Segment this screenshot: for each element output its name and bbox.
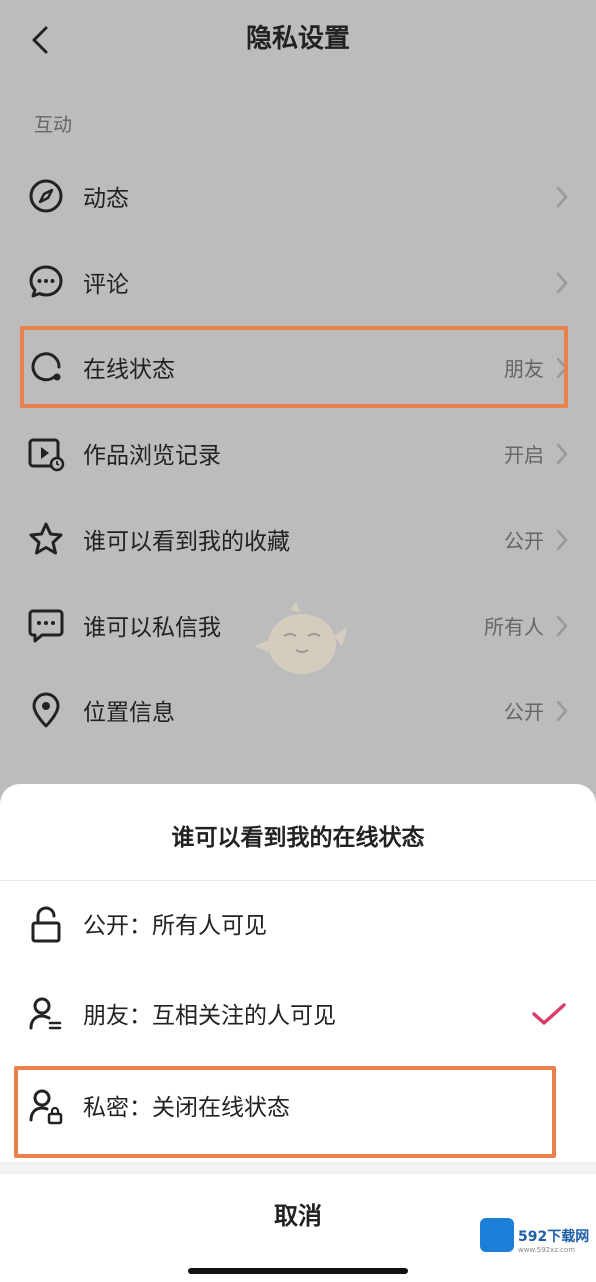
checkmark-icon: [532, 1003, 566, 1025]
highlight-private-option: [14, 1066, 556, 1158]
chevron-right-icon: [556, 700, 568, 722]
option-friends[interactable]: 朋友：互相关注的人可见: [0, 970, 596, 1060]
watermark-sub: www.592xz.com: [518, 1246, 576, 1254]
chevron-right-icon: [556, 615, 568, 637]
row-label: 作品浏览记录: [83, 443, 221, 469]
row-label: 谁可以看到我的收藏: [83, 529, 290, 555]
star-icon: [29, 522, 63, 555]
row-label: 评论: [83, 272, 129, 298]
option-public[interactable]: 公开：所有人可见: [0, 880, 596, 970]
chevron-right-icon: [556, 529, 568, 551]
chevron-right-icon: [556, 443, 568, 465]
message-icon: [28, 609, 64, 643]
chevron-right-icon: [556, 272, 568, 294]
option-label: 公开：所有人可见: [83, 913, 267, 939]
option-label: 朋友：互相关注的人可见: [83, 1003, 336, 1029]
comment-bubble-icon: [29, 265, 63, 298]
watermark-text: 592下载网: [518, 1229, 590, 1245]
mascot-watermark-icon: [254, 602, 348, 674]
unlock-icon: [31, 906, 61, 943]
chevron-right-icon: [556, 186, 568, 208]
row-value: 开启: [504, 443, 544, 467]
compass-icon: [29, 179, 63, 213]
sheet-separator: [0, 1162, 596, 1174]
page-title: 隐私设置: [245, 24, 350, 54]
row-view-history[interactable]: 作品浏览记录 开启: [0, 411, 596, 495]
row-pinglun[interactable]: 评论: [0, 240, 596, 324]
home-indicator[interactable]: [188, 1268, 408, 1274]
privacy-settings-page: 隐私设置 互动 动态 评论 在线状态 朋友 作品浏览记录 开启 谁可以看到我的收…: [0, 0, 596, 1282]
row-dongtai[interactable]: 动态: [0, 154, 596, 238]
user-friends-icon: [29, 997, 62, 1030]
location-pin-icon: [32, 692, 60, 728]
watermark-logo-icon: [480, 1218, 514, 1252]
site-watermark: 592下载网 www.592xz.com: [478, 1212, 594, 1260]
row-favorites[interactable]: 谁可以看到我的收藏 公开: [0, 497, 596, 581]
video-history-icon: [28, 438, 65, 472]
section-label: 互动: [34, 114, 73, 136]
sheet-title: 谁可以看到我的在线状态: [171, 825, 425, 851]
highlight-online-status: [20, 326, 568, 408]
row-label: 动态: [83, 186, 129, 212]
row-label: 位置信息: [83, 700, 175, 726]
row-value: 公开: [504, 700, 544, 724]
row-value: 公开: [504, 529, 544, 553]
row-label: 谁可以私信我: [83, 615, 221, 641]
row-value: 所有人: [484, 615, 544, 639]
header: 隐私设置: [0, 0, 596, 76]
